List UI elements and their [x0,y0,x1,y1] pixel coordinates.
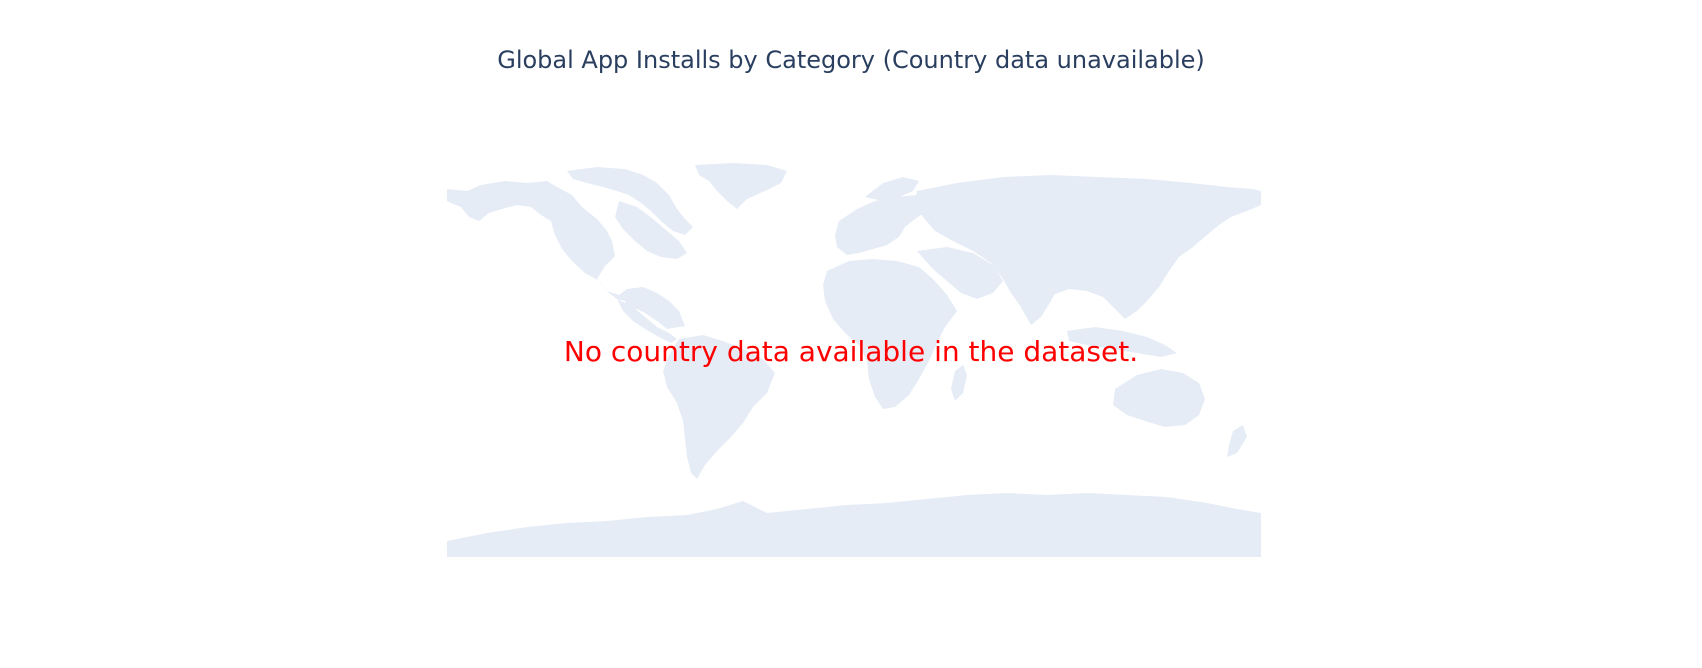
madagascar-landmass [951,365,967,401]
greenland-landmass [695,163,787,209]
figure: Global App Installs by Category (Country… [0,0,1702,668]
chart-title: Global App Installs by Category (Country… [497,46,1205,74]
no-data-annotation: No country data available in the dataset… [563,335,1139,368]
new-zealand-landmass [1227,425,1247,457]
antarctica-landmass [447,493,1261,557]
africa-landmass [823,259,957,409]
asia-landmass [915,175,1261,321]
australia-landmass [1113,369,1205,427]
